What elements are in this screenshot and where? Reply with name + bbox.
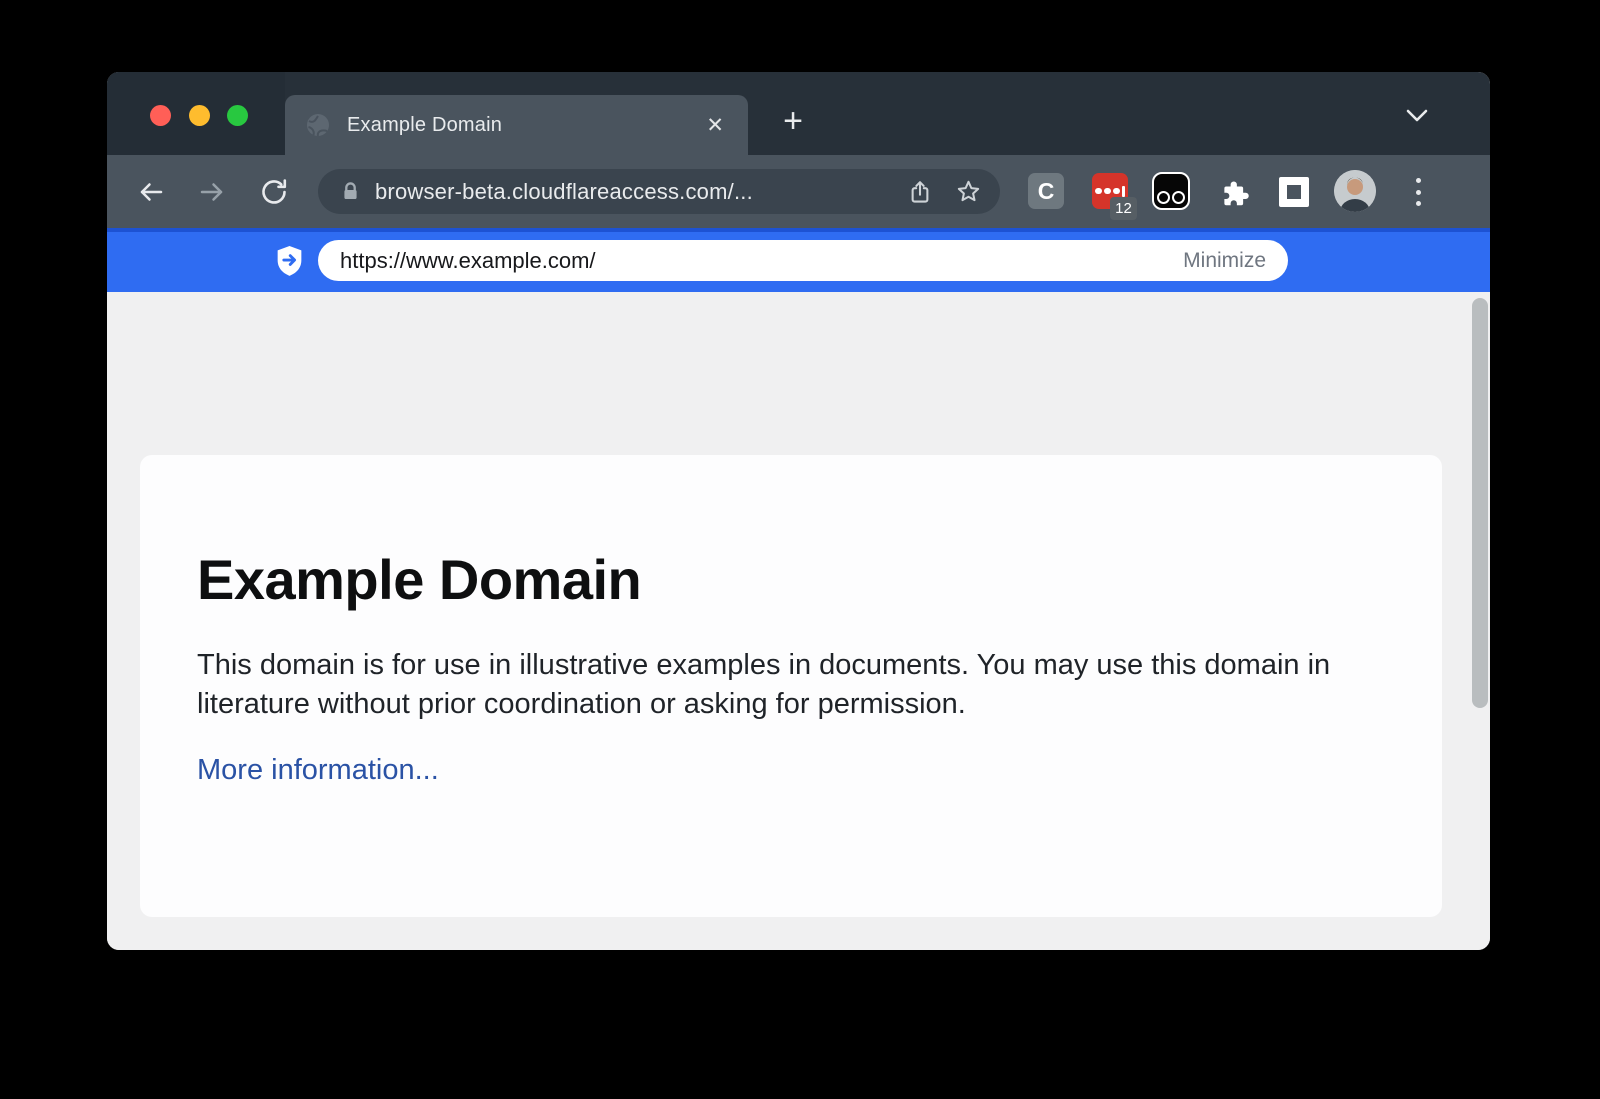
more-information-link[interactable]: More information... <box>197 754 439 787</box>
password-dots-icon <box>1095 186 1125 197</box>
lock-icon[interactable] <box>340 181 361 202</box>
globe-favicon-icon <box>305 112 331 138</box>
new-tab-button[interactable]: + <box>771 99 815 143</box>
browser-menu-kebab-icon[interactable] <box>1410 178 1426 206</box>
forward-button[interactable] <box>193 173 230 210</box>
address-bar[interactable]: browser-beta.cloudflareaccess.com/... <box>318 169 1000 214</box>
desktop-background: Example Domain ✕ + brows <box>0 0 1600 1099</box>
vertical-scrollbar-thumb[interactable] <box>1472 298 1488 708</box>
page-viewport: Example Domain This domain is for use in… <box>107 292 1490 950</box>
reload-button[interactable] <box>255 173 292 210</box>
page-body-text: This domain is for use in illustrative e… <box>197 646 1357 724</box>
remote-browser-banner: https://www.example.com/ Minimize <box>107 228 1490 292</box>
traffic-light-close-button[interactable] <box>150 105 171 126</box>
bookmark-star-icon[interactable] <box>955 178 982 205</box>
page-title: Example Domain <box>197 547 1382 612</box>
extension-badge: 12 <box>1110 197 1137 220</box>
shield-arrow-icon <box>275 245 304 277</box>
tab-search-chevron-down-icon[interactable] <box>1403 105 1431 125</box>
extensions-puzzle-icon[interactable] <box>1217 176 1253 212</box>
content-card: Example Domain This domain is for use in… <box>140 455 1442 917</box>
back-button[interactable] <box>132 173 169 210</box>
remote-url-input[interactable]: https://www.example.com/ <box>340 248 1183 274</box>
side-panel-icon[interactable] <box>1279 177 1309 207</box>
password-manager-extension-icon[interactable]: 12 <box>1092 173 1128 209</box>
tab-strip: Example Domain ✕ + <box>107 72 1490 155</box>
extension-c-icon[interactable]: C <box>1028 173 1064 209</box>
recorder-extension-icon[interactable] <box>1152 172 1190 210</box>
browser-window: Example Domain ✕ + brows <box>107 72 1490 950</box>
minimize-button[interactable]: Minimize <box>1183 249 1266 273</box>
address-bar-url: browser-beta.cloudflareaccess.com/... <box>375 179 885 205</box>
remote-url-bar: https://www.example.com/ Minimize <box>318 240 1288 281</box>
tab-title: Example Domain <box>347 114 702 137</box>
tab-example-domain[interactable]: Example Domain ✕ <box>285 95 748 155</box>
browser-toolbar: browser-beta.cloudflareaccess.com/... C … <box>107 155 1490 228</box>
share-icon[interactable] <box>907 179 933 205</box>
profile-avatar[interactable] <box>1334 170 1376 212</box>
tab-close-icon[interactable]: ✕ <box>702 111 728 140</box>
traffic-light-minimize-button[interactable] <box>189 105 210 126</box>
traffic-light-zoom-button[interactable] <box>227 105 248 126</box>
